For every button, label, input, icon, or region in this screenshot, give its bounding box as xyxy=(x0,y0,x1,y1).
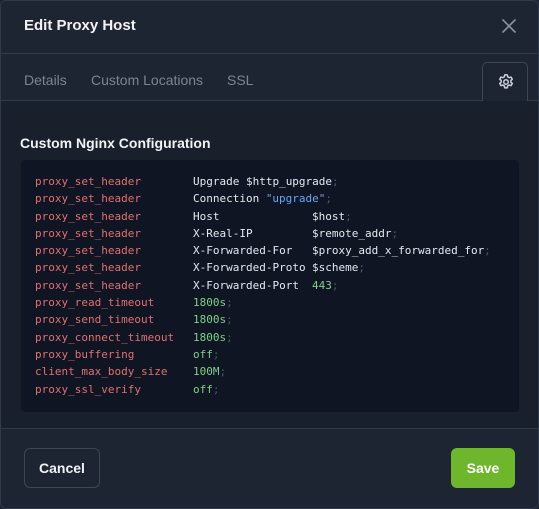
config-directive: proxy_read_timeout xyxy=(35,296,155,310)
config-argument: Upgrade xyxy=(193,175,240,188)
config-argument: X-Forwarded-For xyxy=(193,244,293,258)
config-directive: proxy_set_header xyxy=(35,278,141,292)
tab-ssl[interactable]: SSL xyxy=(227,72,253,88)
config-semicolon: ; xyxy=(484,244,491,258)
dialog-footer: Cancel Save xyxy=(1,428,538,508)
config-value: $remote_addr xyxy=(312,226,392,240)
config-value: "upgrade" xyxy=(265,192,326,206)
config-value: $http_upgrade xyxy=(245,175,333,188)
config-directive: proxy_set_header xyxy=(35,175,141,188)
config-argument: X-Forwarded-Port xyxy=(193,278,299,292)
config-semicolon: ; xyxy=(325,192,333,206)
config-semicolon: ; xyxy=(358,261,365,275)
advanced-tab-panel: Custom Nginx Configuration proxy_set_hea… xyxy=(1,101,538,428)
config-argument: off xyxy=(193,382,213,396)
config-semicolon: ; xyxy=(212,347,220,361)
config-value: $scheme xyxy=(312,261,359,275)
config-semicolon: ; xyxy=(226,330,233,344)
config-value: $host xyxy=(312,209,346,223)
config-semicolon: ; xyxy=(226,296,233,310)
config-directive: proxy_buffering xyxy=(35,347,135,361)
section-title: Custom Nginx Configuration xyxy=(20,135,211,151)
config-semicolon: ; xyxy=(345,209,352,223)
dialog-header: Edit Proxy Host xyxy=(1,1,538,54)
tab-advanced[interactable] xyxy=(482,62,528,101)
config-argument: X-Forwarded-Proto xyxy=(193,261,306,275)
config-directive: proxy_ssl_verify xyxy=(35,382,141,396)
config-argument: off xyxy=(193,347,213,361)
config-argument: 1800s xyxy=(193,313,227,327)
tab-details[interactable]: Details xyxy=(24,72,67,88)
edit-proxy-host-dialog: Edit Proxy Host Details Custom Locations… xyxy=(0,0,539,509)
nginx-config-editor[interactable]: proxy_set_header Upgrade $http_upgrade; pro… xyxy=(21,160,519,412)
config-directive: proxy_connect_timeout xyxy=(35,330,175,344)
config-argument: X-Real-IP xyxy=(193,226,253,240)
dialog-title: Edit Proxy Host xyxy=(24,17,136,34)
config-argument: 1800s xyxy=(193,330,227,344)
tab-bar: Details Custom Locations SSL xyxy=(1,53,538,101)
config-semicolon: ; xyxy=(212,382,220,396)
config-directive: proxy_send_timeout xyxy=(35,313,155,327)
save-button[interactable]: Save xyxy=(451,448,515,488)
config-argument: Host xyxy=(193,209,220,223)
config-argument: 100M xyxy=(193,365,220,379)
cancel-button[interactable]: Cancel xyxy=(24,448,100,488)
config-semicolon: ; xyxy=(332,175,339,188)
config-argument: 1800s xyxy=(193,296,227,310)
config-value: $proxy_add_x_forwarded_for xyxy=(312,244,485,258)
config-directive: proxy_set_header xyxy=(35,261,141,275)
config-directive: client_max_body_size xyxy=(35,365,168,379)
config-semicolon: ; xyxy=(226,313,233,327)
config-semicolon: ; xyxy=(391,226,399,240)
gear-icon xyxy=(498,74,514,89)
config-value: 443 xyxy=(312,278,332,292)
config-directive: proxy_set_header xyxy=(35,226,141,240)
config-argument: Connection xyxy=(193,192,260,206)
close-icon[interactable] xyxy=(500,17,518,35)
tab-custom-locations[interactable]: Custom Locations xyxy=(91,72,203,88)
config-directive: proxy_set_header xyxy=(35,209,141,223)
config-semicolon: ; xyxy=(219,365,227,379)
config-directive: proxy_set_header xyxy=(35,192,141,206)
config-directive: proxy_set_header xyxy=(35,244,141,258)
config-semicolon: ; xyxy=(331,278,339,292)
